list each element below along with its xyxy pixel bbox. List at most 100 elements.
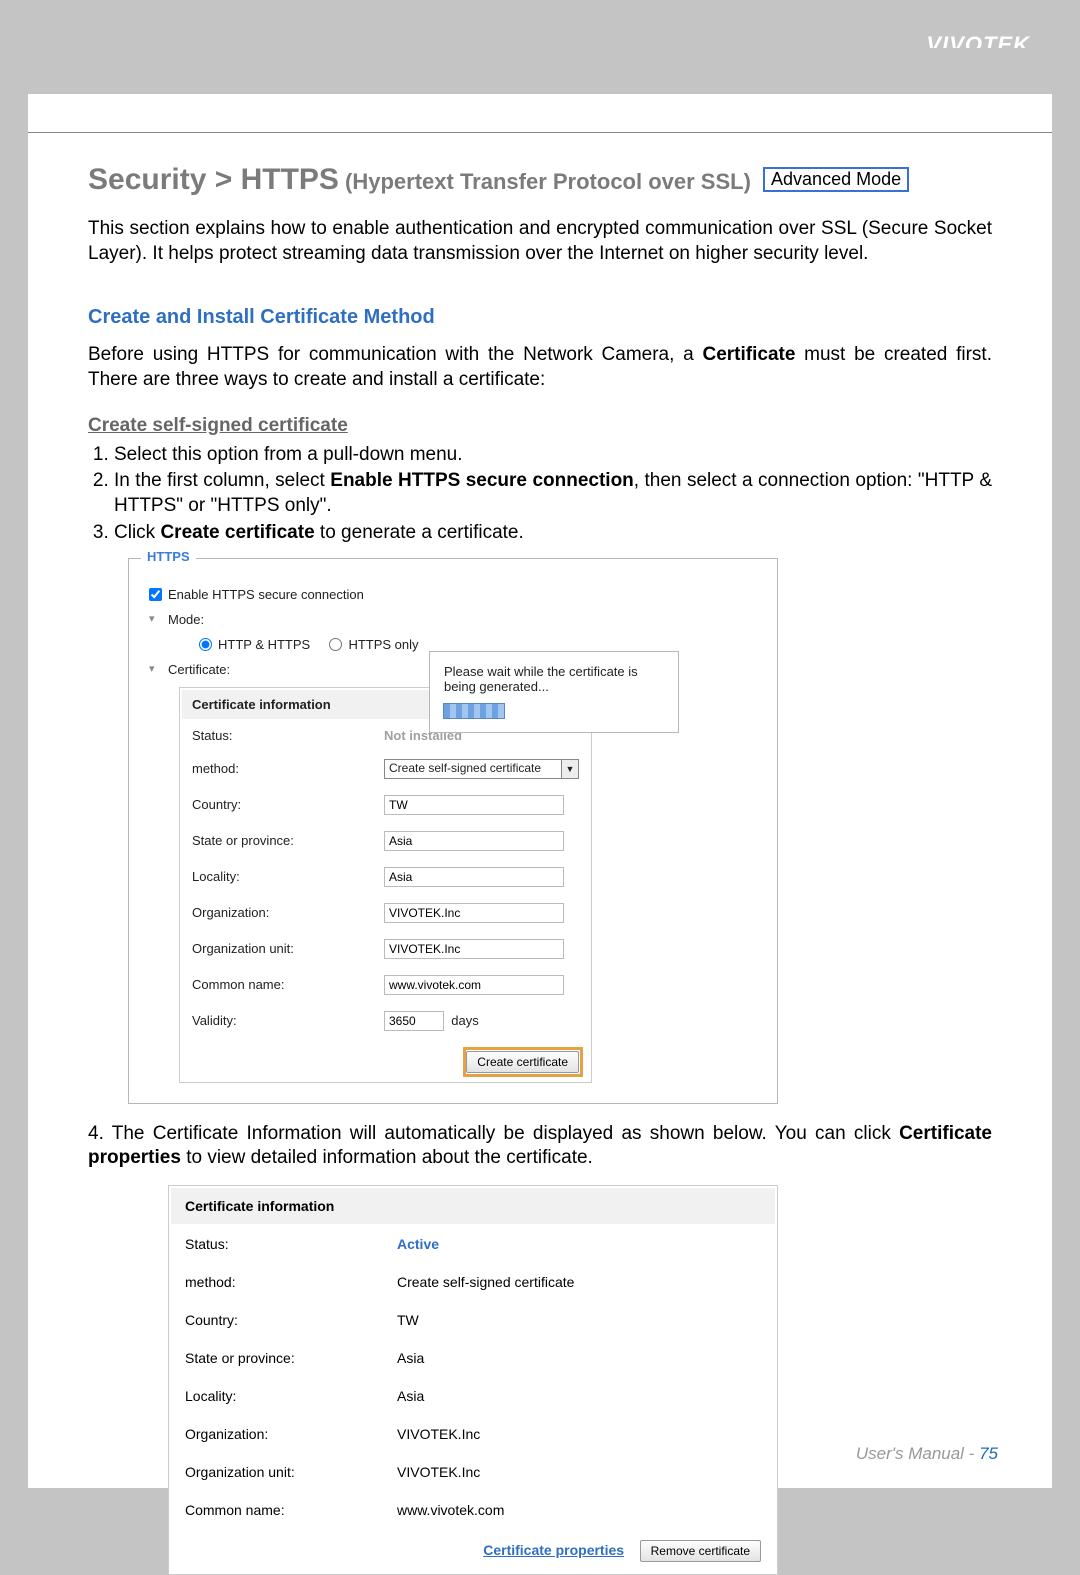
remove-certificate-button[interactable]: Remove certificate [640,1540,761,1562]
info2-orgunit-value: VIVOTEK.Inc [383,1454,775,1490]
certificate-form-table: Certificate information Status: Not inst… [179,687,592,1083]
http-https-radio[interactable] [199,638,212,651]
locality-row: Locality: [182,860,589,894]
info2-locality-value: Asia [383,1378,775,1414]
step-3: Click Create certificate to generate a c… [114,521,992,546]
info2-status-row: Status: Active [171,1226,775,1262]
method-selected: Create self-signed certificate [389,761,541,775]
orgunit-input[interactable] [384,939,564,959]
validity-label: Validity: [182,1004,372,1038]
info2-country-row: Country: TW [171,1302,775,1338]
body-text: Before using HTTPS for communication wit… [88,344,702,365]
info2-locality-row: Locality: Asia [171,1378,775,1414]
certificate-info-table: Certificate information Status: Active m… [168,1185,778,1575]
validity-unit: days [451,1013,478,1028]
info2-cn-row: Common name: www.vivotek.com [171,1492,775,1528]
organization-row: Organization: [182,896,589,930]
method-row: method: Create self-signed certificate ▼ [182,752,589,786]
step-2: In the first column, select Enable HTTPS… [114,469,992,518]
chevron-down-icon: ▾ [149,613,162,626]
step-text: 4. The Certificate Information will auto… [88,1123,899,1144]
info2-status-value: Active [397,1236,439,1252]
generating-popup: Please wait while the certificate is bei… [429,651,679,733]
info2-country-value: TW [383,1302,775,1338]
info2-orgunit-label: Organization unit: [171,1454,381,1490]
http-https-label: HTTP & HTTPS [218,637,310,652]
country-input[interactable] [384,795,564,815]
https-config-panel: HTTPS Enable HTTPS secure connection ▾ M… [128,558,778,1104]
mode-label: Mode: [168,612,204,627]
sub-heading: Create self-signed certificate [88,415,992,437]
country-row: Country: [182,788,589,822]
cert-info2-header: Certificate information [171,1188,775,1224]
state-input[interactable] [384,831,564,851]
dropdown-arrow-icon: ▼ [561,760,578,778]
locality-label: Locality: [182,860,372,894]
orgunit-label: Organization unit: [182,932,372,966]
https-only-label: HTTPS only [348,637,418,652]
step-4: 4. The Certificate Information will auto… [88,1122,992,1171]
progress-bar [444,704,504,718]
commonname-input[interactable] [384,975,564,995]
cert-info2-header-label: Certificate information [171,1188,775,1224]
enable-https-label: Enable HTTPS secure connection [168,587,364,602]
title-main: Security > HTTPS [88,163,339,196]
state-row: State or province: [182,824,589,858]
step-text: Click [114,522,160,543]
info2-org-value: VIVOTEK.Inc [383,1416,775,1452]
info2-cn-label: Common name: [171,1492,381,1528]
validity-row: Validity: days [182,1004,589,1038]
page-number: 75 [979,1444,998,1463]
enable-https-row: Enable HTTPS secure connection [149,587,757,602]
bold-text: Enable HTTPS secure connection [330,470,634,491]
info2-cn-value: www.vivotek.com [383,1492,775,1528]
info2-org-row: Organization: VIVOTEK.Inc [171,1416,775,1452]
commonname-label: Common name: [182,968,372,1002]
locality-input[interactable] [384,867,564,887]
method-label: method: [182,752,372,786]
validity-input[interactable] [384,1011,444,1031]
info2-method-row: method: Create self-signed certificate [171,1264,775,1300]
method-dropdown[interactable]: Create self-signed certificate ▼ [384,759,579,779]
document-page: Security > HTTPS (Hypertext Transfer Pro… [28,48,1052,1488]
certificate-properties-link[interactable]: Certificate properties [483,1542,624,1558]
commonname-row: Common name: [182,968,589,1002]
title-sub: (Hypertext Transfer Protocol over SSL) [339,169,757,194]
info2-status-label: Status: [171,1226,381,1262]
info2-state-label: State or province: [171,1340,381,1376]
info2-state-value: Asia [383,1340,775,1376]
intro-paragraph: This section explains how to enable auth… [88,217,992,266]
info2-method-label: method: [171,1264,381,1300]
chevron-down-icon: ▾ [149,663,162,676]
page-title: Security > HTTPS (Hypertext Transfer Pro… [88,163,992,197]
mode-options-row: HTTP & HTTPS HTTPS only [149,637,757,652]
horizontal-rule [28,132,1052,133]
step-text: In the first column, select [114,470,330,491]
https-only-radio[interactable] [329,638,342,651]
advanced-mode-badge: Advanced Mode [763,167,909,192]
bold-certificate: Certificate [702,344,795,365]
section-heading: Create and Install Certificate Method [88,306,992,329]
organization-input[interactable] [384,903,564,923]
info2-actions-row: Certificate properties Remove certificat… [171,1530,775,1572]
enable-https-checkbox[interactable] [149,588,162,601]
info2-state-row: State or province: Asia [171,1340,775,1376]
info2-locality-label: Locality: [171,1378,381,1414]
body-paragraph: Before using HTTPS for communication wit… [88,343,992,392]
create-btn-row: Create certificate [182,1040,589,1080]
page-header-strip [28,48,1052,94]
info2-org-label: Organization: [171,1416,381,1452]
info2-orgunit-row: Organization unit: VIVOTEK.Inc [171,1454,775,1490]
step-1: Select this option from a pull-down menu… [114,443,992,468]
steps-list: Select this option from a pull-down menu… [88,443,992,546]
mode-row: ▾ Mode: [149,612,757,627]
create-certificate-button[interactable]: Create certificate [466,1051,579,1073]
orgunit-row: Organization unit: [182,932,589,966]
generating-message: Please wait while the certificate is bei… [444,664,664,694]
organization-label: Organization: [182,896,372,930]
page-footer: User's Manual - 75 [856,1444,998,1464]
status-label: Status: [182,721,372,750]
bold-text: Create certificate [160,522,314,543]
info2-method-value: Create self-signed certificate [383,1264,775,1300]
step-text: to view detailed information about the c… [181,1147,593,1168]
